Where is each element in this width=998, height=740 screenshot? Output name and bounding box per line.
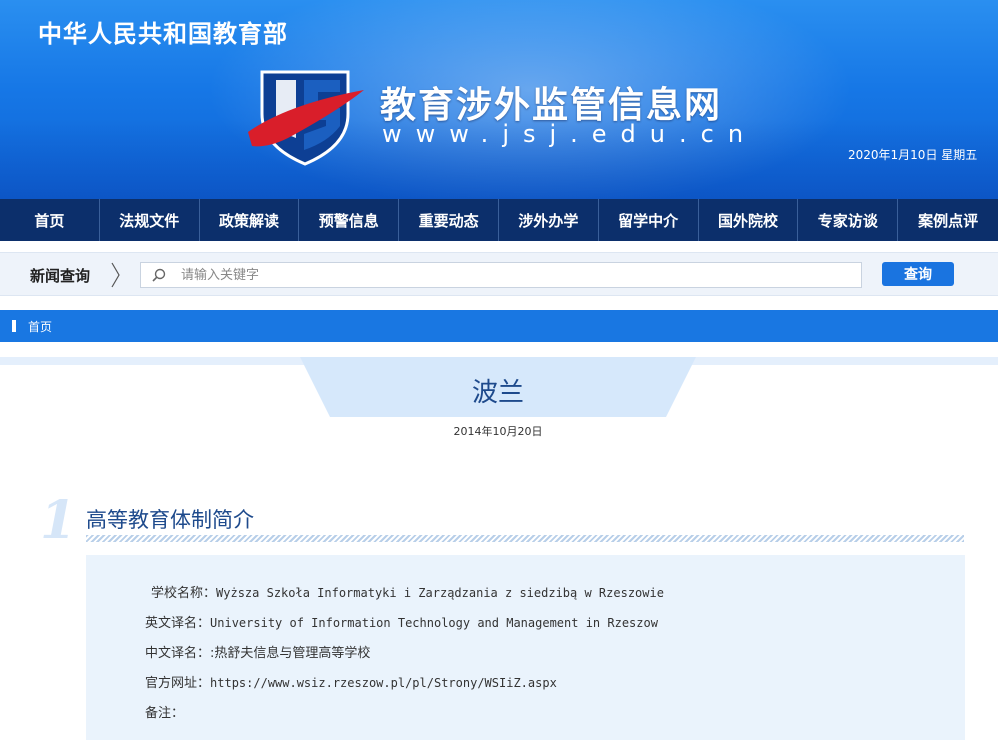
page-title: 波兰 [471,378,524,408]
chevron-right-icon [111,262,120,288]
info-value: :热舒夫信息与管理高等学校 [210,646,371,661]
current-date: 2020年1月10日 星期五 [848,148,978,162]
info-row-website: 官方网址：https://www.wsiz.rzeszow.pl/pl/Stro… [145,672,557,691]
info-value: University of Information Technology and… [210,616,658,630]
section-title: 高等教育体制简介 [86,508,254,532]
breadcrumb-marker [12,320,16,332]
info-key: 英文译名： [145,616,211,631]
nav-item-regulations[interactable]: 法规文件 [100,199,200,241]
nav-item-home[interactable]: 首页 [0,199,100,241]
info-key: 中文译名： [145,646,211,661]
nav-item-news[interactable]: 重要动态 [399,199,499,241]
info-value-link[interactable]: https://www.wsiz.rzeszow.pl/pl/Strony/WS… [210,676,557,690]
ministry-name[interactable]: 中华人民共和国教育部 [38,14,288,49]
nav-item-foreign-schools[interactable]: 涉外办学 [499,199,599,241]
site-logo-icon[interactable] [248,68,364,168]
nav-item-overseas-institutions[interactable]: 国外院校 [699,199,799,241]
search-button[interactable]: 查询 [882,262,954,286]
publish-date: 2014年10月20日 [453,425,543,438]
info-row-english-name: 英文译名：University of Information Technolog… [145,612,658,631]
section-divider [86,535,964,542]
main-nav: 首页 法规文件 政策解读 预警信息 重要动态 涉外办学 留学中介 国外院校 专家… [0,199,998,241]
info-value: Wyższa Szkoła Informatyki i Zarządzania … [216,586,664,600]
nav-item-agencies[interactable]: 留学中介 [599,199,699,241]
breadcrumb-home-link[interactable]: 首页 [28,318,52,335]
info-row-notes: 备注： [145,702,184,721]
search-bar: 新闻查询 查询 [0,252,998,296]
nav-item-interviews[interactable]: 专家访谈 [798,199,899,241]
breadcrumb: 首页 [0,310,998,342]
nav-item-policy[interactable]: 政策解读 [200,199,300,241]
info-key: 学校名称： [151,586,217,601]
info-key: 备注： [145,706,185,721]
nav-item-warnings[interactable]: 预警信息 [299,199,400,241]
site-url: www.jsj.edu.cn [382,120,758,148]
search-input[interactable] [181,263,851,287]
info-key: 官方网址： [145,676,211,691]
nav-item-cases[interactable]: 案例点评 [898,199,998,241]
info-row-school-name: 学校名称：Wyższa Szkoła Informatyki i Zarządz… [151,582,664,601]
search-label: 新闻查询 [30,267,91,285]
info-row-chinese-name: 中文译名：:热舒夫信息与管理高等学校 [145,642,370,661]
header-banner: 中华人民共和国教育部 教育涉外监管信息网 www.jsj.edu.cn 2020… [0,0,998,199]
search-box [140,262,862,288]
search-icon [152,268,166,282]
section-number: 1 [40,490,77,551]
